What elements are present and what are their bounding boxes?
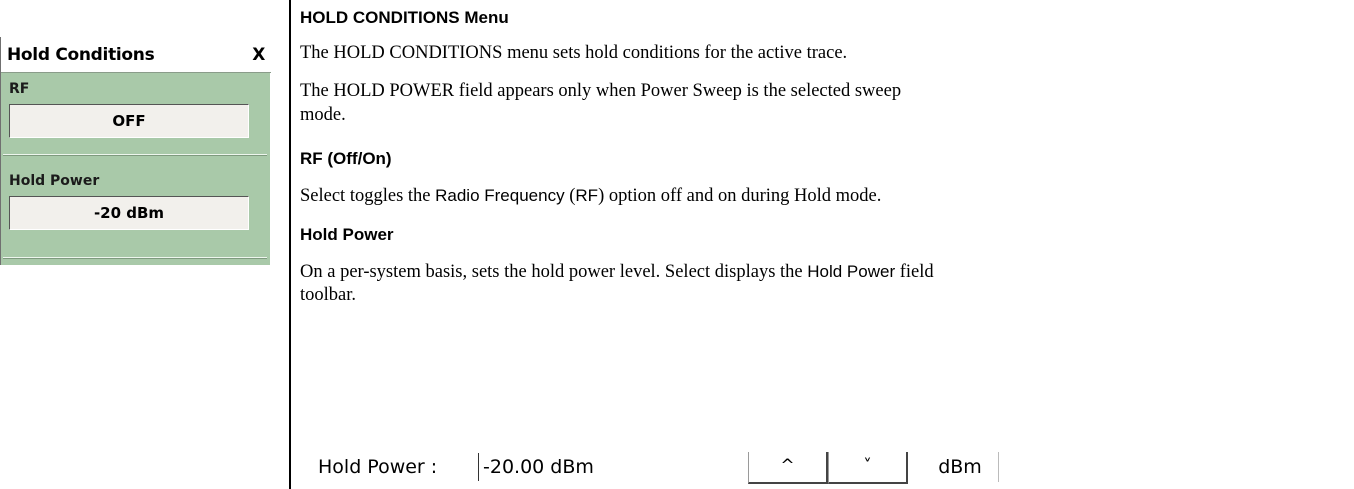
menu-divider: [3, 154, 267, 156]
rf-text: ) option off and on during Hold mode.: [598, 186, 882, 206]
rf-term: Radio Frequency: [435, 186, 565, 205]
heading-hold-conditions-menu: HOLD CONDITIONS Menu: [300, 8, 509, 27]
unit-button[interactable]: dBm: [922, 452, 999, 482]
paragraph-power-line1: The HOLD POWER field appears only when P…: [300, 81, 902, 101]
hold-power-label: Hold Power: [9, 173, 100, 189]
rf-abbrev: RF: [575, 186, 599, 205]
column-divider: [289, 0, 291, 489]
paragraph-hold-line1: On a per-system basis, sets the hold pow…: [300, 260, 934, 284]
hold-power-input[interactable]: -20.00 dBm: [478, 453, 743, 481]
increment-button[interactable]: ^: [748, 452, 828, 484]
hold-term: Hold Power: [807, 262, 896, 281]
rf-text: Select toggles the: [300, 186, 436, 206]
heading-hold-power: Hold Power: [300, 225, 394, 244]
heading-rf: RF (Off/On): [300, 149, 392, 168]
menu-title: Hold Conditions: [7, 45, 155, 65]
chevron-up-icon: ^: [780, 456, 795, 476]
hold-conditions-menu: Hold Conditions X RF OFF Hold Power -20 …: [0, 37, 271, 265]
paragraph-hold-line2: toolbar.: [300, 285, 357, 305]
hold-power-field-toolbar: Hold Power : -20.00 dBm ^ ˅ dBm: [318, 452, 1038, 484]
rf-text: (: [564, 186, 576, 206]
paragraph-power-line2: mode.: [300, 105, 346, 125]
chevron-down-icon: ˅: [863, 456, 872, 476]
hold-text: On a per-system basis, sets the hold pow…: [300, 262, 808, 282]
decrement-button[interactable]: ˅: [828, 452, 908, 484]
menu-divider: [3, 257, 267, 259]
rf-toggle-button[interactable]: OFF: [9, 104, 249, 138]
hold-power-button[interactable]: -20 dBm: [9, 196, 249, 230]
toolbar-label: Hold Power :: [318, 456, 438, 478]
paragraph-rf: Select toggles the Radio Frequency (RF) …: [300, 184, 881, 208]
menu-title-bar: Hold Conditions X: [1, 37, 271, 73]
paragraph-intro: The HOLD CONDITIONS menu sets hold condi…: [300, 43, 848, 63]
rf-label: RF: [9, 81, 30, 97]
close-icon[interactable]: X: [247, 45, 271, 65]
hold-text: field: [895, 262, 934, 282]
